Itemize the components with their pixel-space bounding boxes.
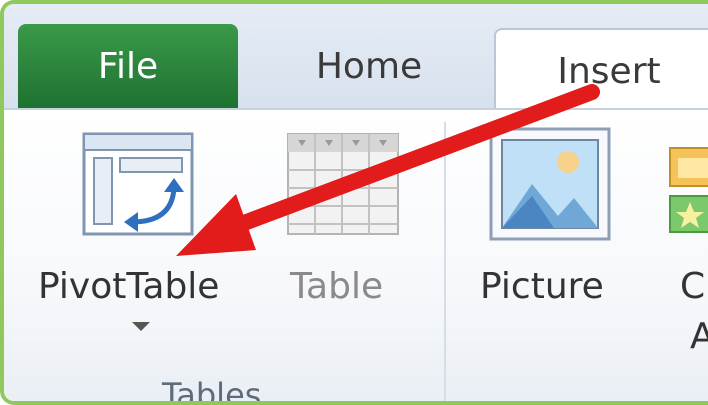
annotation-arrow [176,84,600,256]
screenshot-frame: File Home Insert PivotTable Table Pictur… [0,0,708,405]
